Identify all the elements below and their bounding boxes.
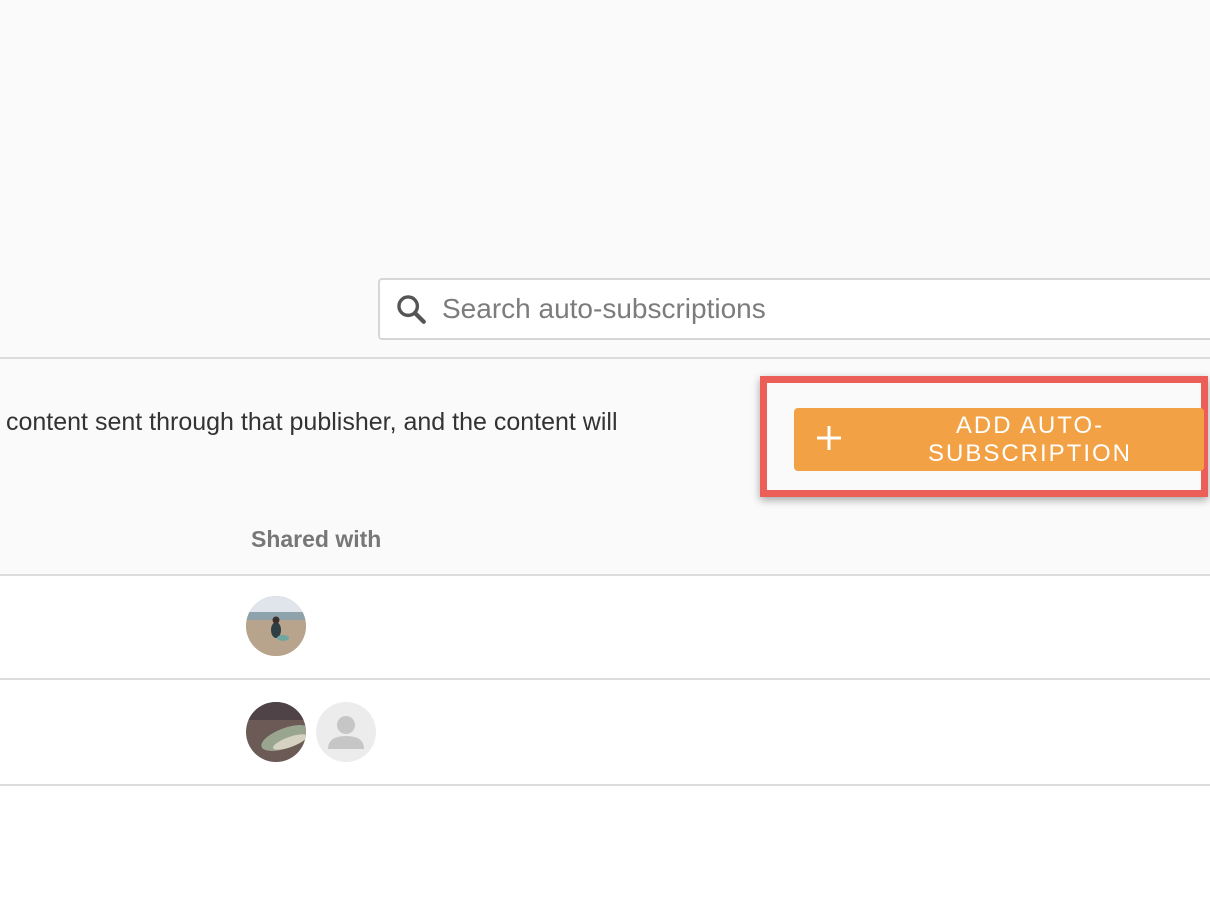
table-row[interactable] xyxy=(0,576,1210,680)
add-auto-subscription-label: ADD AUTO-SUBSCRIPTION xyxy=(927,411,1133,467)
beach-photo-avatar-icon xyxy=(246,596,306,656)
add-auto-subscription-button[interactable]: ADD AUTO-SUBSCRIPTION xyxy=(794,408,1204,471)
subscriptions-table xyxy=(0,574,1210,902)
divider xyxy=(0,357,1210,359)
avatar[interactable] xyxy=(316,702,376,762)
search-input[interactable] xyxy=(440,292,1144,326)
plus-icon xyxy=(816,418,842,458)
search-box[interactable] xyxy=(378,278,1210,340)
default-user-avatar-icon xyxy=(316,702,376,762)
search-icon xyxy=(394,292,428,326)
avatar[interactable] xyxy=(246,702,306,762)
column-header-shared-with: Shared with xyxy=(251,526,382,552)
photo-avatar-icon xyxy=(246,702,306,762)
description-text: content sent through that publisher, and… xyxy=(6,408,618,436)
table-row[interactable] xyxy=(0,682,1210,786)
avatar[interactable] xyxy=(246,596,306,656)
